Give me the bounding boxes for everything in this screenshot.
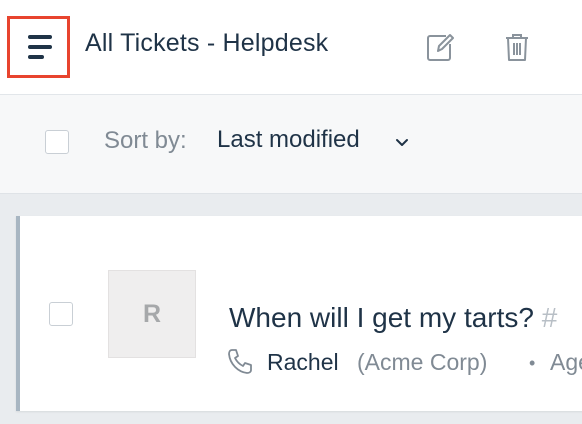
ticket-subject-text: When will I get my tarts? [229, 302, 534, 333]
edit-button[interactable] [426, 32, 454, 62]
delete-button[interactable] [504, 32, 530, 62]
edit-icon [426, 34, 454, 66]
sort-toolbar: Sort by: Last modified [0, 95, 582, 194]
requester-company: (Acme Corp) [357, 349, 488, 375]
requester-name[interactable]: Rachel [267, 349, 339, 376]
agent-label: Age [550, 349, 582, 375]
page-title: All Tickets - Helpdesk [85, 29, 329, 57]
ticket-subject[interactable]: When will I get my tarts? # [229, 302, 557, 334]
helpdesk-page: All Tickets - Helpdesk Sort by: Last mod… [0, 0, 582, 424]
top-header: All Tickets - Helpdesk [0, 0, 582, 95]
meta-separator: • [529, 353, 536, 373]
trash-icon [504, 34, 530, 66]
ticket-checkbox[interactable] [49, 302, 73, 326]
sort-by-label: Sort by: [104, 127, 187, 154]
ticket-card[interactable]: R When will I get my tarts? # Rachel (Ac… [16, 216, 582, 411]
chevron-down-icon[interactable] [395, 135, 409, 153]
avatar: R [108, 270, 196, 358]
select-all-checkbox[interactable] [45, 130, 69, 154]
menu-button[interactable] [7, 16, 70, 78]
phone-icon [227, 347, 253, 381]
sort-by-dropdown[interactable]: Last modified [217, 126, 360, 154]
ticket-id: # [541, 302, 558, 333]
